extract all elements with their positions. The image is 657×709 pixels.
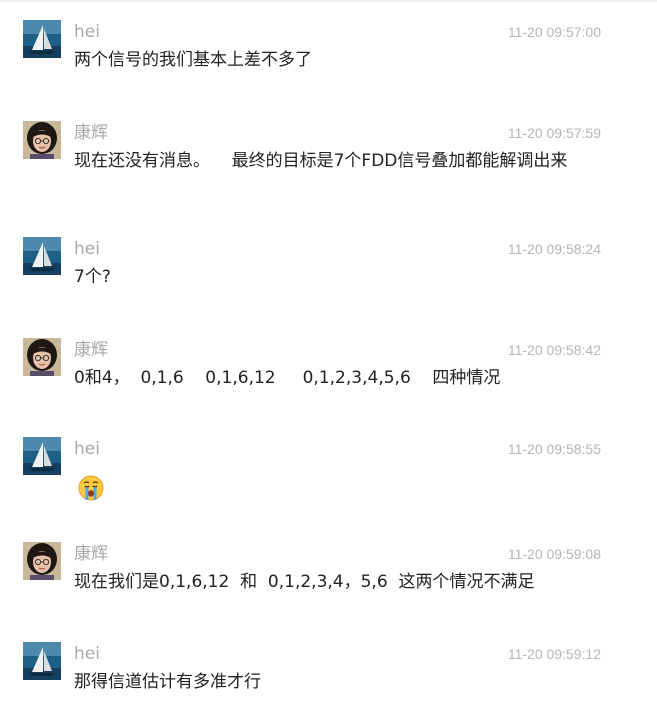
crying-face-emoji-icon <box>77 474 105 502</box>
sender-name: hei <box>74 239 100 259</box>
message-text: 0和4， 0,1,6 0,1,6,12 0,1,2,3,4,5,6 四种情况 <box>74 368 501 388</box>
message-text: 现在我们是0,1,6,12 和 0,1,2,3,4，5,6 这两个情况不满足 <box>74 572 535 592</box>
message-timestamp: 11-20 09:57:00 <box>507 24 601 40</box>
user-photo-avatar-icon[interactable] <box>23 121 61 159</box>
message-timestamp: 11-20 09:58:42 <box>507 342 601 358</box>
top-divider <box>0 0 657 2</box>
message-text: 那得信道估计有多准才行 <box>74 672 261 692</box>
user-photo-avatar-icon[interactable] <box>23 338 61 376</box>
sender-name: 康辉 <box>74 544 108 564</box>
sender-name: 康辉 <box>74 340 108 360</box>
sender-name: hei <box>74 22 100 42</box>
sailboat-avatar-icon[interactable] <box>23 642 61 680</box>
message-timestamp: 11-20 09:57:59 <box>507 125 601 141</box>
message-timestamp: 11-20 09:58:55 <box>507 441 601 457</box>
message-timestamp: 11-20 09:58:24 <box>507 241 601 257</box>
sender-name: hei <box>74 644 100 664</box>
sailboat-avatar-icon[interactable] <box>23 20 61 58</box>
sailboat-avatar-icon[interactable] <box>23 237 61 275</box>
sender-name: hei <box>74 439 100 459</box>
message-text: 7个? <box>74 267 111 287</box>
message-timestamp: 11-20 09:59:12 <box>507 646 601 662</box>
message-text: 现在还没有消息。 最终的目标是7个FDD信号叠加都能解调出来 <box>74 151 568 171</box>
sender-name: 康辉 <box>74 123 108 143</box>
sailboat-avatar-icon[interactable] <box>23 437 61 475</box>
message-timestamp: 11-20 09:59:08 <box>507 546 601 562</box>
user-photo-avatar-icon[interactable] <box>23 542 61 580</box>
message-text: 两个信号的我们基本上差不多了 <box>74 50 312 70</box>
